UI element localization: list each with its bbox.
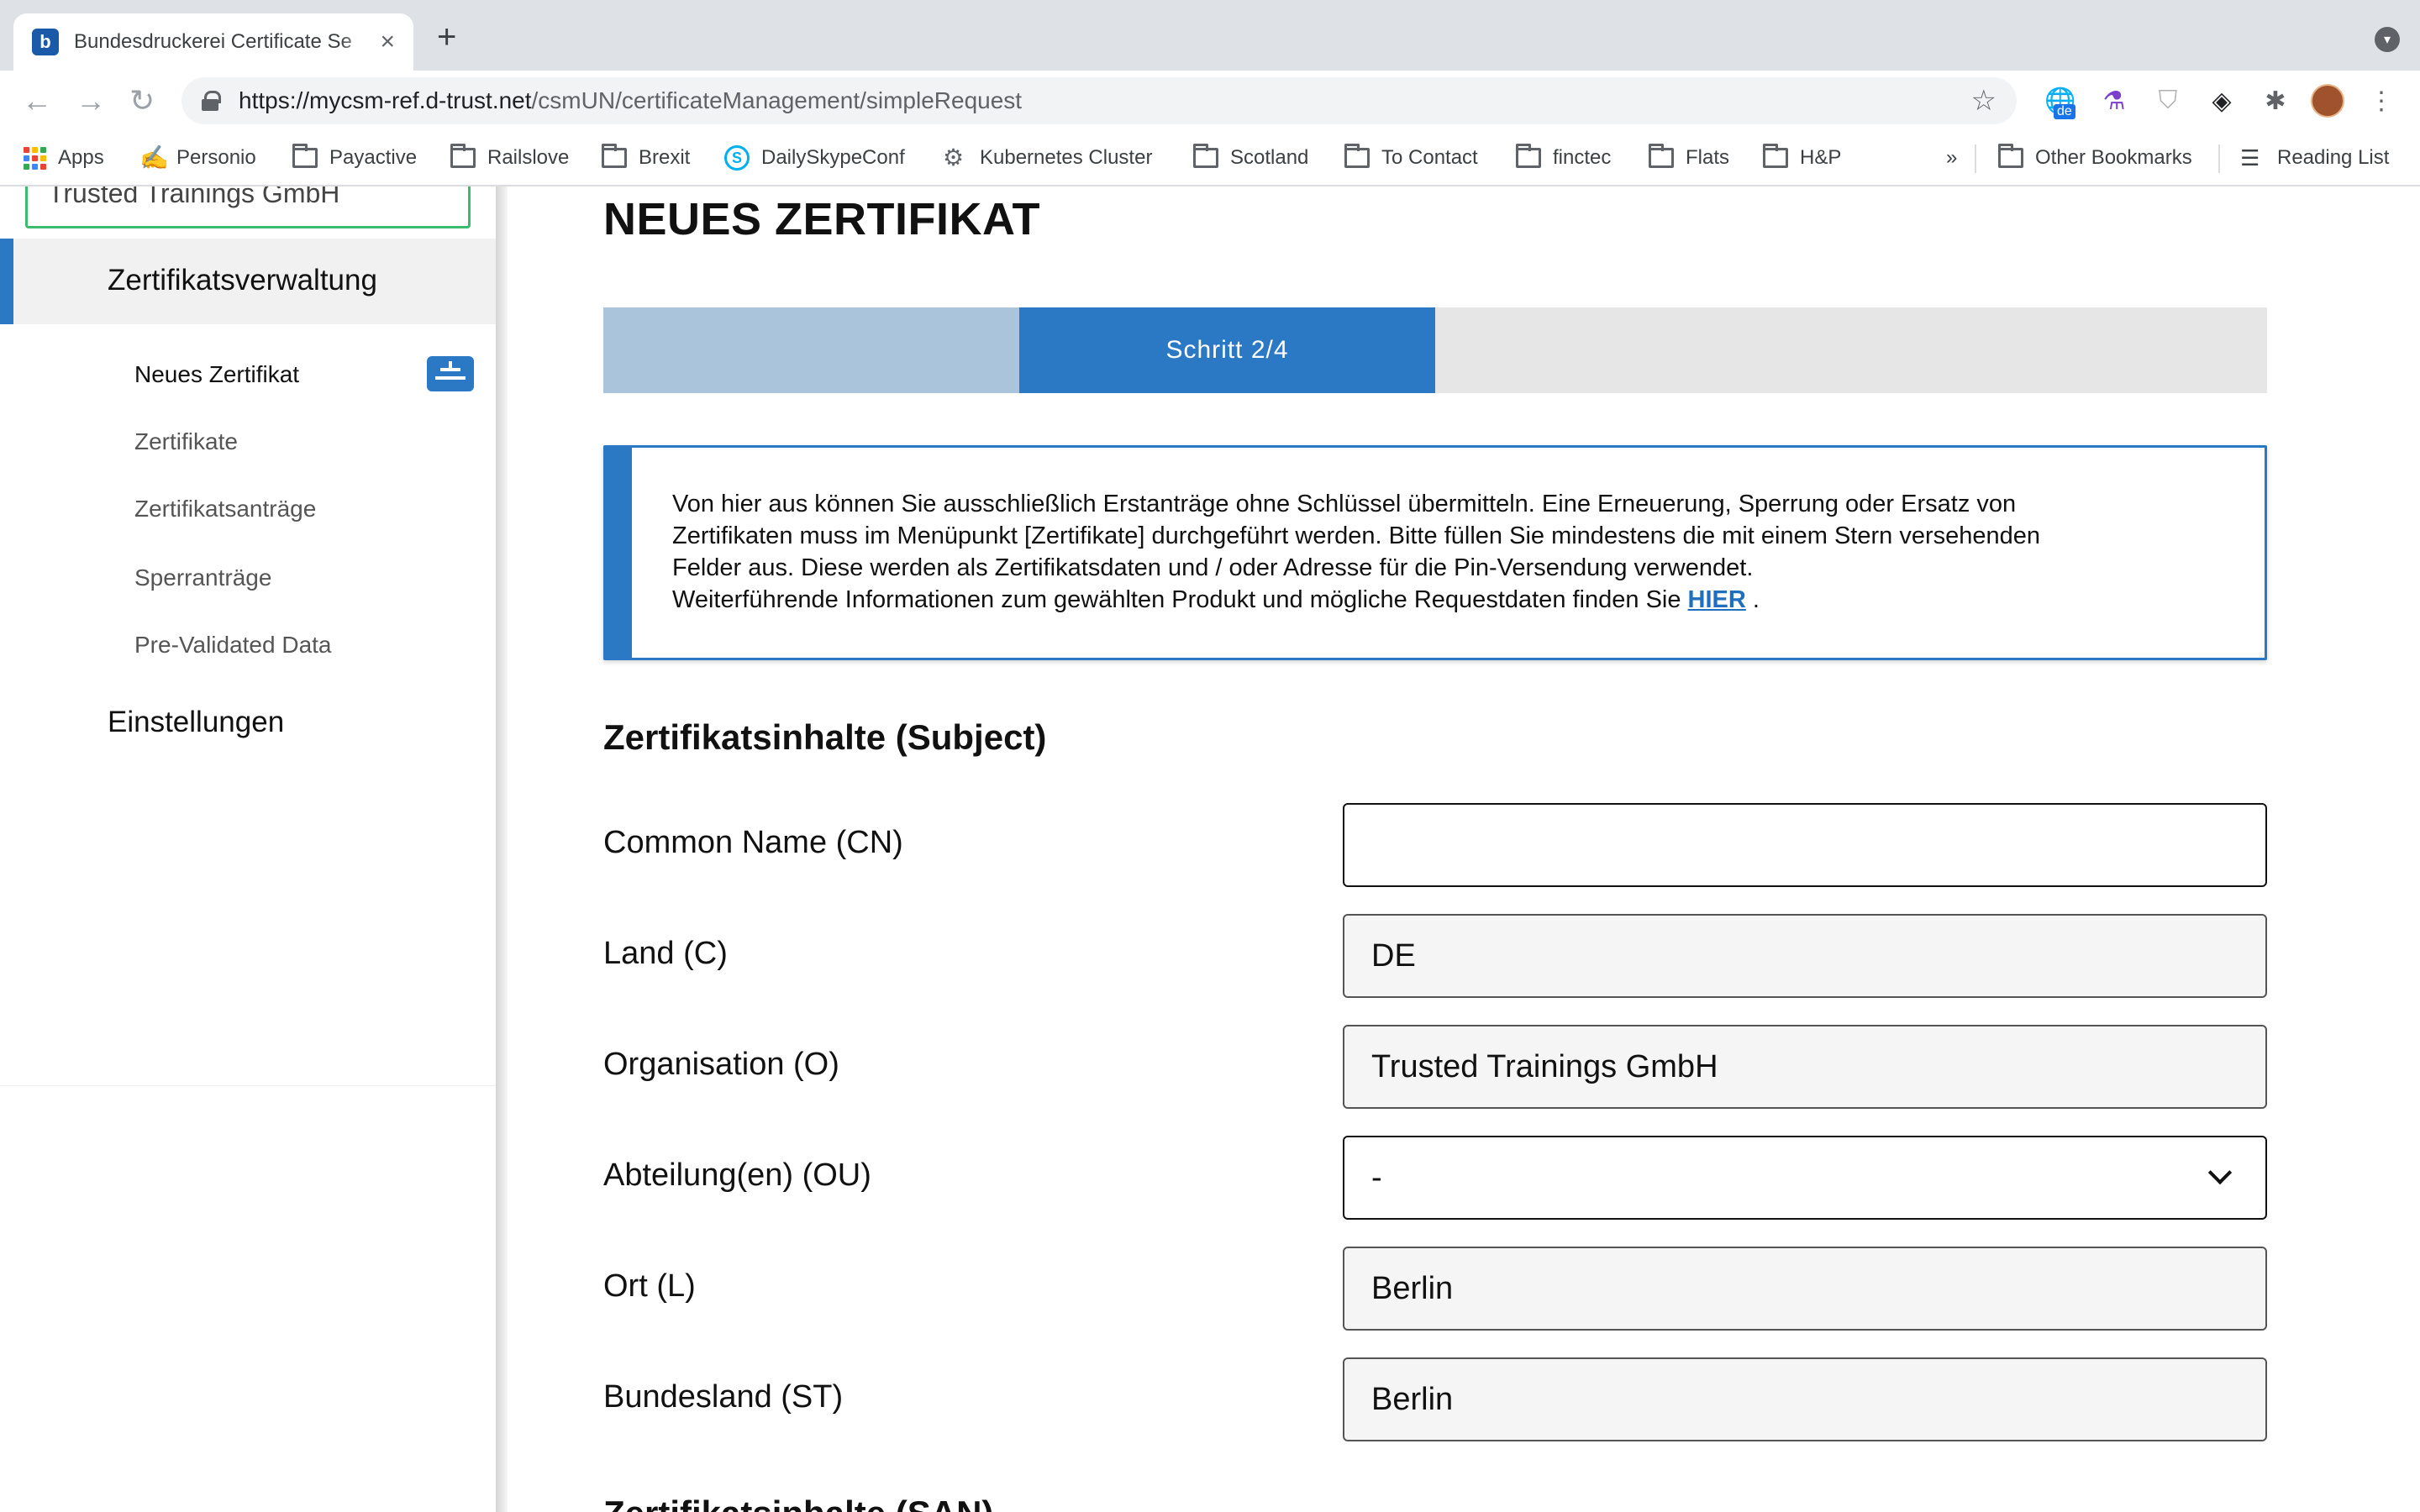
state-label: Bundesland (ST) — [603, 1379, 844, 1415]
folder-icon — [292, 144, 318, 168]
country-label: Land (C) — [603, 936, 728, 971]
organization-name: Trusted Trainings GmbH — [48, 186, 340, 208]
step-2-current: Schritt 2/4 — [1019, 307, 1435, 393]
bookmark-payactive[interactable]: Payactive — [292, 143, 417, 173]
cn-input[interactable] — [1343, 803, 2267, 887]
locality-input[interactable] — [1343, 1247, 2267, 1331]
bookmark-flats[interactable]: Flats — [1649, 143, 1729, 173]
sidebar-section-label: Zertifikatsverwaltung — [108, 264, 377, 297]
labs-flask-icon[interactable]: ⚗ — [2097, 84, 2131, 118]
section-title-subject: Zertifikatsinhalte (Subject) — [603, 717, 1047, 757]
locality-label: Ort (L) — [603, 1268, 696, 1304]
sidebar-item-pre-validated-data[interactable]: Pre-Validated Data — [134, 632, 332, 659]
shield-extension-icon[interactable]: ⛉ — [2151, 84, 2185, 118]
tab-title: Bundesdruckerei Certificate Se — [74, 30, 352, 53]
sidebar-item-zertifikatsantraege[interactable]: Zertifikatsanträge — [134, 496, 316, 522]
state-input[interactable] — [1343, 1357, 2267, 1441]
active-indicator — [0, 239, 13, 324]
sidebar-footer-area — [0, 1085, 496, 1512]
step-label: Schritt 2/4 — [1165, 336, 1289, 364]
extensions-puzzle-icon[interactable]: ✱ — [2259, 84, 2292, 118]
tab-close-icon[interactable]: × — [380, 29, 395, 55]
bookmark-railslove[interactable]: Railslove — [450, 143, 569, 173]
sidebar-divider — [496, 186, 508, 1512]
extension-diamond-icon[interactable]: ◈ — [2205, 84, 2238, 118]
folder-icon — [450, 144, 476, 168]
bookmark-apps[interactable]: Apps — [24, 143, 104, 173]
browser-menu-icon[interactable]: ⋮ — [2365, 84, 2398, 118]
folder-icon — [1649, 144, 1674, 168]
organization-selector[interactable]: Trusted Trainings GmbH — [25, 186, 471, 228]
chevron-down-icon — [2207, 1160, 2233, 1185]
bookmark-finctec[interactable]: finctec — [1516, 143, 1611, 173]
bookmarks-bar: Apps ✍ Personio Payactive Railslove Brex… — [0, 131, 2420, 186]
personio-signature-icon: ✍ — [139, 144, 169, 171]
sidebar-item-neues-zertifikat[interactable]: Neues Zertifikat — [134, 361, 299, 388]
page-content: Trusted Trainings GmbH Zertifikatsverwal… — [0, 186, 2420, 1512]
bookmark-kubernetes-cluster[interactable]: ⚙ Kubernetes Cluster — [943, 143, 1152, 173]
progress-stepper: Schritt 2/4 — [603, 307, 2267, 393]
reading-list-button[interactable]: ☰ Reading List — [2240, 143, 2389, 173]
bookmark-h-and-p[interactable]: H&P — [1763, 143, 1841, 173]
info-text: Von hier aus können Sie ausschließlich E… — [672, 491, 2041, 613]
info-box: Von hier aus können Sie ausschließlich E… — [603, 445, 2267, 660]
sidebar-item-zertifikate[interactable]: Zertifikate — [134, 428, 238, 455]
bookmarks-overflow-button[interactable]: » — [1946, 143, 1957, 173]
department-label: Abteilung(en) (OU) — [603, 1158, 871, 1193]
sidebar-item-sperrantraege[interactable]: Sperranträge — [134, 564, 271, 591]
bookmark-dailyskypeconf[interactable]: S DailySkypeConf — [724, 143, 905, 173]
bookmark-personio[interactable]: ✍ Personio — [139, 143, 256, 173]
forward-icon[interactable]: → — [76, 84, 106, 118]
page-title: NEUES ZERTIFIKAT — [603, 194, 1040, 244]
site-favicon-icon: b — [32, 29, 59, 55]
profile-avatar[interactable] — [2311, 84, 2344, 118]
bookmark-to-contact[interactable]: To Contact — [1344, 143, 1478, 173]
cn-label: Common Name (CN) — [603, 825, 903, 860]
browser-tabstrip: b Bundesdruckerei Certificate Se × + ▾ — [0, 0, 2420, 71]
url-text: https://mycsm-ref.d-trust.net/csmUN/cert… — [239, 87, 1023, 113]
organization-input[interactable] — [1343, 1025, 2267, 1109]
lock-icon[interactable] — [202, 91, 221, 111]
folder-icon — [1344, 144, 1370, 168]
translate-badge: de — [2054, 104, 2075, 119]
section-title-san: Zertifikatsinhalte (SAN) — [603, 1494, 993, 1512]
sidebar-item-einstellungen[interactable]: Einstellungen — [108, 706, 284, 739]
apps-grid-icon — [24, 146, 46, 170]
new-certificate-icon[interactable] — [427, 356, 474, 391]
tab-search-icon[interactable]: ▾ — [2375, 27, 2400, 52]
back-icon[interactable]: ← — [22, 84, 52, 118]
reload-icon[interactable]: ↻ — [129, 84, 155, 118]
sidebar: Trusted Trainings GmbH Zertifikatsverwal… — [0, 186, 496, 1512]
folder-icon — [1193, 144, 1218, 168]
bookmark-scotland[interactable]: Scotland — [1193, 143, 1308, 173]
bookmark-star-icon[interactable]: ☆ — [1971, 84, 1996, 118]
address-bar[interactable]: https://mycsm-ref.d-trust.net/csmUN/cert… — [182, 77, 2017, 124]
department-select[interactable]: - — [1343, 1136, 2267, 1220]
bookmarks-divider — [1975, 144, 1976, 173]
organization-label: Organisation (O) — [603, 1047, 839, 1082]
browser-tab[interactable]: b Bundesdruckerei Certificate Se × — [13, 13, 413, 71]
step-1 — [603, 307, 1019, 393]
kubernetes-gear-icon: ⚙ — [943, 144, 965, 171]
bookmark-brexit[interactable]: Brexit — [602, 143, 690, 173]
department-selected-value: - — [1371, 1159, 1382, 1195]
folder-icon — [1763, 144, 1788, 168]
skype-icon: S — [724, 145, 750, 171]
sidebar-item-zertifikatsverwaltung[interactable]: Zertifikatsverwaltung — [0, 239, 496, 324]
bookmarks-divider — [2218, 144, 2220, 173]
folder-icon — [1516, 144, 1541, 168]
reading-list-icon: ☰ — [2240, 145, 2260, 171]
folder-icon — [602, 144, 627, 168]
folder-icon — [1998, 144, 2023, 168]
info-link-hier[interactable]: HIER — [1688, 586, 1746, 613]
country-input[interactable] — [1343, 914, 2267, 998]
new-tab-icon[interactable]: + — [437, 20, 456, 54]
bookmark-other-bookmarks[interactable]: Other Bookmarks — [1998, 143, 2192, 173]
step-remaining — [1435, 307, 2267, 393]
